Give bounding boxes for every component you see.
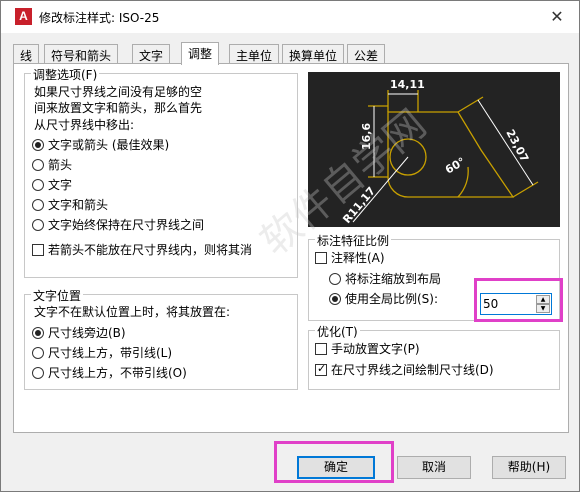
radio-indicator	[32, 158, 44, 171]
dimension-preview: 14,11 16,6 23,07 60° R11,17	[308, 72, 560, 227]
checkbox-indicator	[315, 342, 327, 355]
tab-alternate-units[interactable]: 换算单位	[282, 44, 345, 64]
preview-ext-line	[512, 181, 539, 198]
radio-label: 将标注缩放到布局	[345, 272, 442, 286]
radio-indicator	[329, 272, 341, 285]
checkbox-indicator	[32, 243, 44, 256]
help-button[interactable]: 帮助(H)	[492, 456, 566, 479]
radio-text-and-arrows[interactable]: 文字和箭头	[32, 196, 108, 214]
title-bar: A 修改标注样式: ISO-25 ✕	[1, 1, 579, 33]
highlight-box-ok	[274, 441, 394, 483]
preview-dim-line	[477, 99, 534, 186]
cancel-button[interactable]: 取消	[397, 456, 471, 479]
highlight-box-scale	[474, 278, 563, 322]
preview-angle-arc	[457, 166, 469, 198]
scale-legend: 标注特征比例	[315, 232, 392, 249]
text-placement-group: 文字位置 文字不在默认位置上时，将其放置在: 尺寸线旁边(B) 尺寸线上方，带引…	[24, 287, 298, 390]
tab-tolerances[interactable]: 公差	[347, 44, 386, 64]
radio-label: 使用全局比例(S):	[345, 292, 439, 306]
radio-label: 尺寸线上方，不带引线(O)	[48, 366, 187, 380]
radio-label: 文字始终保持在尺寸界线之间	[48, 218, 205, 232]
radio-label: 文字或箭头 (最佳效果)	[48, 138, 170, 152]
fit-options-legend: 调整选项(F)	[31, 66, 100, 83]
radio-scale-to-layout[interactable]: 将标注缩放到布局	[329, 270, 441, 288]
tab-primary-units[interactable]: 主单位	[229, 44, 280, 64]
radio-indicator	[32, 138, 44, 151]
radio-indicator	[32, 198, 44, 211]
preview-drawing: 14,11 16,6 23,07 60° R11,17	[340, 78, 539, 226]
annotative-checkbox[interactable]: 注释性(A)	[315, 249, 385, 267]
radio-label: 尺寸线上方，带引线(L)	[48, 346, 173, 360]
fine-tuning-legend: 优化(T)	[315, 323, 360, 340]
radio-over-without-leader[interactable]: 尺寸线上方，不带引线(O)	[32, 364, 187, 382]
radio-indicator	[32, 326, 44, 339]
radio-text[interactable]: 文字	[32, 176, 72, 194]
radio-arrows[interactable]: 箭头	[32, 156, 72, 174]
text-placement-legend: 文字位置	[31, 287, 84, 304]
window-title: 修改标注样式: ISO-25	[39, 11, 160, 25]
radio-indicator	[32, 218, 44, 231]
fit-description-line: 如果尺寸界线之间没有足够的空	[34, 85, 203, 99]
radio-label: 文字	[48, 178, 73, 192]
checkbox-label: 手动放置文字(P)	[331, 342, 420, 356]
radio-beside-dim-line[interactable]: 尺寸线旁边(B)	[32, 324, 126, 342]
preview-label: 60°	[443, 155, 468, 177]
radio-indicator	[32, 346, 44, 359]
suppress-arrows-checkbox[interactable]: 若箭头不能放在尺寸界线内，则将其消	[32, 241, 252, 259]
draw-dim-line-checkbox[interactable]: 在尺寸界线之间绘制尺寸线(D)	[315, 361, 494, 379]
checkbox-label: 若箭头不能放在尺寸界线内，则将其消	[48, 243, 253, 257]
preview-label: 16,6	[360, 123, 373, 150]
checkbox-indicator	[315, 362, 327, 376]
radio-always-keep-text[interactable]: 文字始终保持在尺寸界线之间	[32, 216, 204, 234]
checkbox-label: 注释性(A)	[331, 251, 385, 265]
radio-over-with-leader[interactable]: 尺寸线上方，带引线(L)	[32, 344, 172, 362]
radio-label: 尺寸线旁边(B)	[48, 326, 126, 340]
preview-label: R11,17	[340, 184, 378, 225]
fit-options-group: 调整选项(F) 如果尺寸界线之间没有足够的空 间来放置文字和箭头，那么首先 从尺…	[24, 66, 298, 278]
preview-ext-line	[457, 96, 484, 113]
tab-text[interactable]: 文字	[132, 44, 171, 64]
checkbox-label: 在尺寸界线之间绘制尺寸线(D)	[331, 363, 494, 377]
text-placement-description: 文字不在默认位置上时，将其放置在:	[34, 305, 231, 319]
radio-indicator	[32, 178, 44, 191]
manual-place-text-checkbox[interactable]: 手动放置文字(P)	[315, 340, 420, 358]
tab-fit[interactable]: 调整	[181, 42, 220, 65]
autocad-app-icon: A	[15, 8, 32, 25]
fine-tuning-group: 优化(T) 手动放置文字(P) 在尺寸界线之间绘制尺寸线(D)	[308, 323, 560, 390]
fit-description-line: 间来放置文字和箭头，那么首先	[34, 101, 203, 115]
radio-indicator	[32, 366, 44, 379]
radio-use-global-scale[interactable]: 使用全局比例(S):	[329, 290, 438, 308]
radio-indicator	[329, 292, 341, 305]
radio-label: 箭头	[48, 158, 73, 172]
close-icon[interactable]: ✕	[541, 4, 573, 30]
radio-label: 文字和箭头	[48, 198, 109, 212]
radio-text-or-arrows[interactable]: 文字或箭头 (最佳效果)	[32, 136, 169, 154]
preview-label: 14,11	[390, 78, 425, 91]
modify-dimension-style-dialog: A 修改标注样式: ISO-25 ✕ 线 符号和箭头 文字 调整 主单位 换算单…	[0, 0, 580, 492]
checkbox-indicator	[315, 251, 327, 264]
fit-description-line: 从尺寸界线中移出:	[34, 118, 135, 132]
tab-symbols-arrows[interactable]: 符号和箭头	[44, 44, 119, 64]
tab-lines[interactable]: 线	[13, 44, 40, 64]
fit-tab-panel: 调整选项(F) 如果尺寸界线之间没有足够的空 间来放置文字和箭头，那么首先 从尺…	[13, 63, 569, 433]
